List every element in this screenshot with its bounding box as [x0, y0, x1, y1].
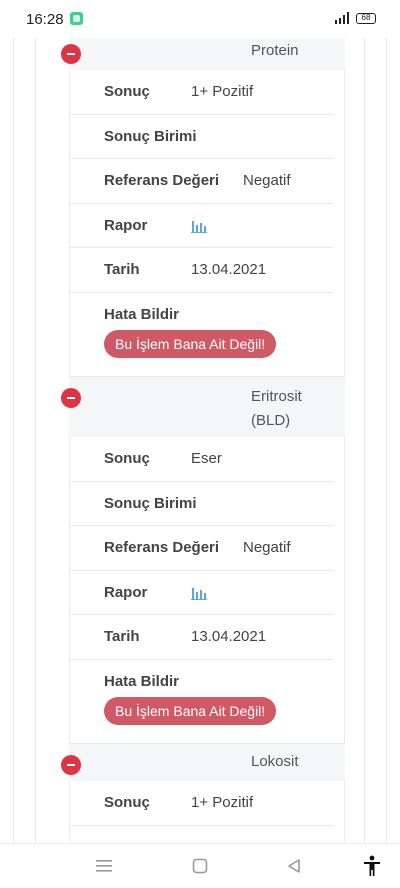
- status-bar: 16:28 68: [0, 0, 400, 38]
- not-mine-button[interactable]: Bu İşlem Bana Ait Değil!: [104, 696, 277, 725]
- row-value: Negatif: [243, 172, 291, 189]
- divider: [35, 38, 36, 843]
- row-label: Hata Bildir: [104, 672, 180, 690]
- test-name: Lokosit: [251, 753, 299, 770]
- divider: [364, 38, 365, 843]
- result-row: Sonuç 1+ Pozitif: [69, 70, 333, 115]
- error-report-row: Hata Bildir Bu İşlem Bana Ait Değil!: [69, 293, 333, 376]
- back-triangle-icon[interactable]: [282, 855, 306, 877]
- row-label: Sonuç Birimi: [104, 494, 197, 512]
- row-label: Referans Değeri: [104, 172, 220, 189]
- menu-icon[interactable]: [92, 855, 116, 877]
- battery-icon: 68: [356, 13, 376, 24]
- test-name: Protein: [251, 42, 299, 59]
- bar-chart-icon[interactable]: [191, 219, 207, 233]
- not-mine-button[interactable]: Bu İşlem Bana Ait Değil!: [104, 329, 277, 358]
- reference-row: Referans Değeri Negatif: [69, 159, 333, 204]
- row-label: Rapor: [104, 583, 148, 601]
- accessibility-icon[interactable]: [360, 855, 384, 877]
- test-result-card: Protein Sonuç 1+ Pozitif Sonuç Birimi Re…: [61, 38, 345, 376]
- divider: [13, 38, 14, 843]
- reference-row: Referans Değeri Negatif: [69, 526, 333, 571]
- test-result-card: Eritrosit (BLD) Sonuç Eser Sonuç Birimi …: [61, 376, 345, 743]
- unit-row: Sonuç Birimi: [69, 482, 333, 526]
- error-report-row: Hata Bildir Bu İşlem Bana Ait Değil!: [69, 660, 333, 743]
- test-result-header[interactable]: Lokosit: [61, 743, 345, 781]
- row-value: 1+ Pozitif: [191, 794, 254, 811]
- test-name-line: (BLD): [251, 412, 291, 429]
- signal-icon: [335, 12, 349, 24]
- results-scroll-area[interactable]: Protein Sonuç 1+ Pozitif Sonuç Birimi Re…: [0, 38, 400, 843]
- collapse-icon[interactable]: [61, 44, 81, 64]
- row-label: Referans Değeri: [104, 539, 220, 556]
- row-value: 13.04.2021: [191, 261, 267, 278]
- row-label: Sonuç: [104, 794, 150, 811]
- test-result-header[interactable]: Protein: [61, 38, 345, 70]
- row-value: 1+ Pozitif: [191, 83, 254, 100]
- date-row: Tarih 13.04.2021: [69, 615, 333, 660]
- bar-chart-icon[interactable]: [191, 586, 207, 600]
- test-result-card: Lokosit Sonuç 1+ Pozitif: [61, 743, 345, 826]
- report-row: Rapor: [69, 571, 333, 615]
- test-name: Eritrosit (BLD): [251, 385, 302, 433]
- row-label: Sonuç: [104, 83, 150, 100]
- collapse-icon[interactable]: [61, 755, 81, 775]
- divider: [386, 38, 387, 843]
- test-result-header[interactable]: Eritrosit (BLD): [61, 376, 345, 437]
- status-time: 16:28: [26, 11, 64, 28]
- notification-app-icon: [70, 12, 83, 25]
- report-row: Rapor: [69, 204, 333, 248]
- home-square-icon[interactable]: [188, 855, 212, 877]
- date-row: Tarih 13.04.2021: [69, 248, 333, 293]
- result-row: Sonuç Eser: [69, 437, 333, 482]
- row-label: Hata Bildir: [104, 305, 180, 323]
- row-label: Tarih: [104, 628, 140, 645]
- row-label: Tarih: [104, 261, 140, 278]
- row-label: Sonuç: [104, 450, 150, 467]
- row-label: Rapor: [104, 216, 148, 234]
- row-label: Sonuç Birimi: [104, 127, 197, 145]
- row-value: Negatif: [243, 539, 291, 556]
- row-value: Eser: [191, 450, 222, 467]
- row-value: 13.04.2021: [191, 628, 267, 645]
- test-name-line: Eritrosit: [251, 388, 302, 405]
- system-nav-bar: [0, 843, 400, 888]
- unit-row: Sonuç Birimi: [69, 115, 333, 159]
- collapse-icon[interactable]: [61, 388, 81, 408]
- result-row: Sonuç 1+ Pozitif: [69, 781, 333, 826]
